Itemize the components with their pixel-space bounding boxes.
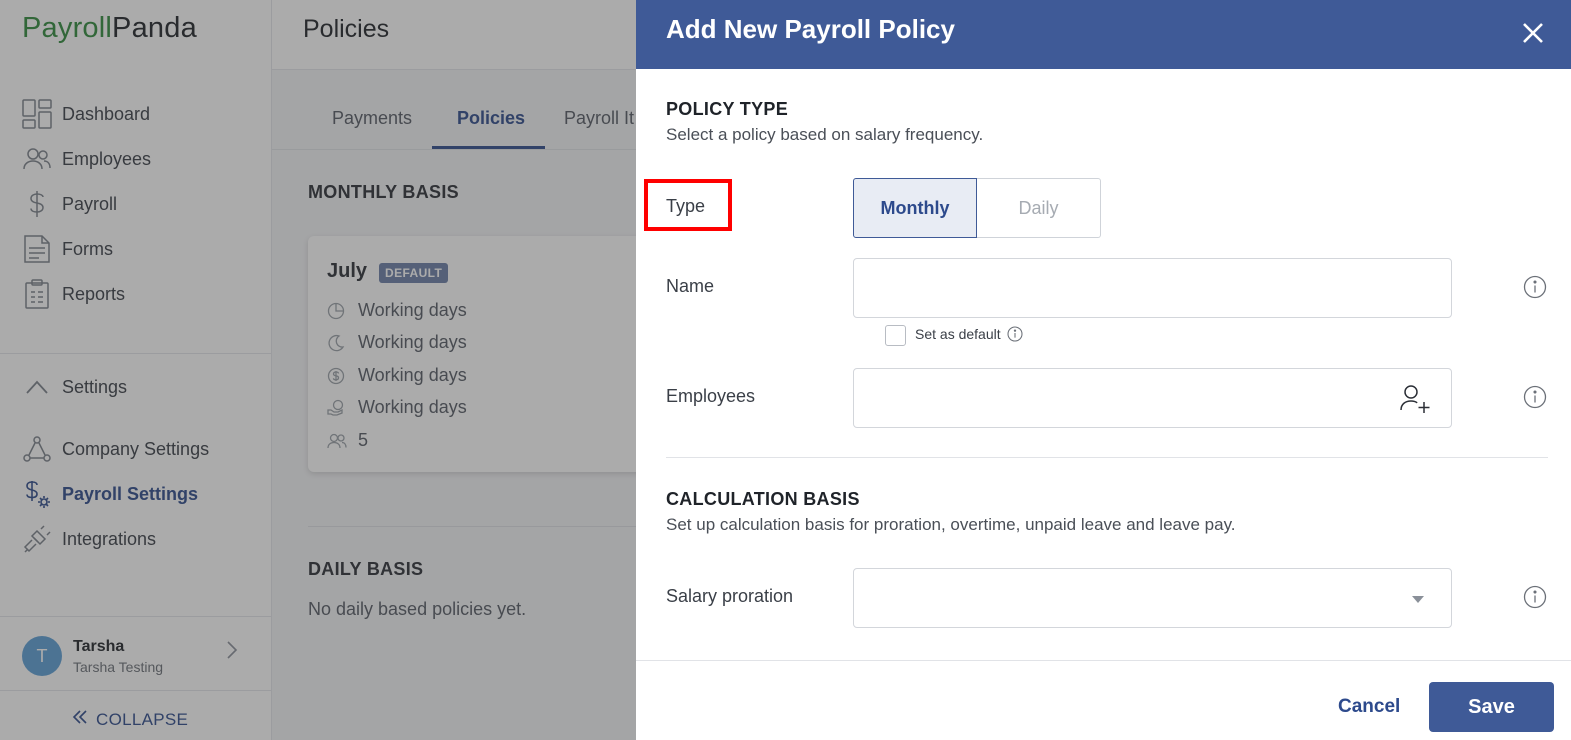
set-as-default-checkbox[interactable] bbox=[885, 325, 906, 346]
employees-label: Employees bbox=[666, 386, 756, 406]
drawer-footer: Cancel Save bbox=[636, 660, 1571, 740]
drawer-title: Add New Payroll Policy bbox=[666, 14, 955, 44]
set-as-default-label: Set as default bbox=[915, 326, 1023, 342]
name-info-icon[interactable] bbox=[1523, 275, 1547, 299]
drawer-header: Add New Payroll Policy bbox=[636, 0, 1571, 69]
set-as-default-text: Set as default bbox=[915, 326, 1001, 342]
default-info-icon[interactable] bbox=[1007, 326, 1023, 342]
employees-info-icon[interactable] bbox=[1523, 385, 1547, 409]
caret-down-icon bbox=[1412, 596, 1424, 603]
add-policy-drawer: Add New Payroll Policy POLICY TYPE Selec… bbox=[636, 0, 1571, 740]
policy-type-description: Select a policy based on salary frequenc… bbox=[666, 125, 984, 144]
modal-backdrop[interactable] bbox=[0, 0, 636, 740]
name-input[interactable] bbox=[853, 258, 1452, 318]
policy-type-title: POLICY TYPE bbox=[666, 99, 788, 119]
save-button[interactable]: Save bbox=[1429, 682, 1554, 732]
close-button[interactable] bbox=[1516, 16, 1550, 50]
proration-info-icon[interactable] bbox=[1523, 585, 1547, 609]
employees-field[interactable] bbox=[853, 368, 1452, 428]
calculation-basis-title: CALCULATION BASIS bbox=[666, 489, 860, 509]
type-segmented-control: Monthly Daily bbox=[853, 178, 1101, 238]
drawer-divider bbox=[666, 457, 1548, 458]
name-label: Name bbox=[666, 276, 715, 296]
type-option-daily[interactable]: Daily bbox=[977, 178, 1101, 238]
salary-proration-select[interactable] bbox=[853, 568, 1452, 628]
type-option-monthly[interactable]: Monthly bbox=[853, 178, 977, 238]
salary-proration-label: Salary proration bbox=[666, 586, 794, 606]
cancel-button[interactable]: Cancel bbox=[1338, 696, 1400, 718]
close-icon bbox=[1523, 23, 1543, 43]
calculation-basis-description: Set up calculation basis for proration, … bbox=[666, 515, 1236, 534]
add-employee-button[interactable] bbox=[1399, 382, 1433, 416]
type-label: Type bbox=[666, 196, 706, 216]
add-person-icon bbox=[1400, 385, 1430, 413]
